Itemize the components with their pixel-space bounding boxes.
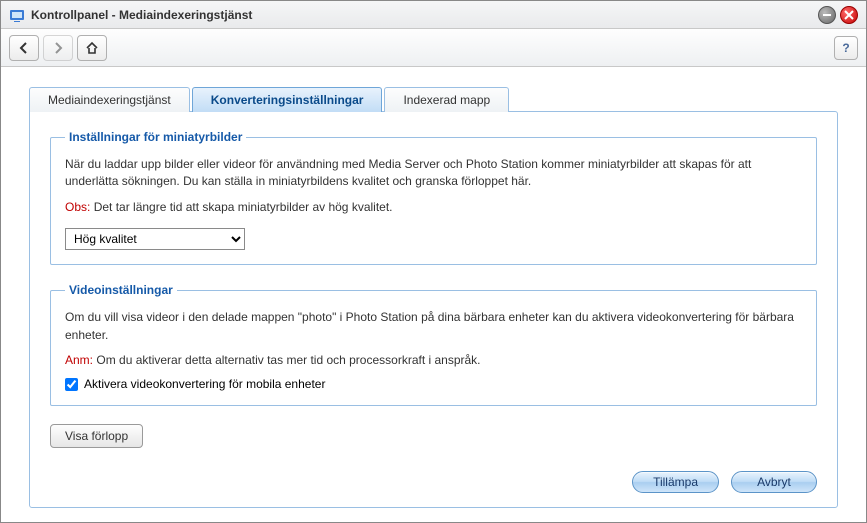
minimize-button[interactable] [818, 6, 836, 24]
enable-video-conversion-label: Aktivera videokonvertering för mobila en… [84, 377, 325, 391]
help-button[interactable]: ? [834, 36, 858, 60]
back-button[interactable] [9, 35, 39, 61]
note-text: Om du aktiverar detta alternativ tas mer… [96, 353, 480, 367]
thumbnail-desc: När du laddar upp bilder eller videor fö… [65, 156, 802, 191]
footer-buttons: Tillämpa Avbryt [50, 459, 817, 493]
tab-panel: Inställningar för miniatyrbilder När du … [29, 111, 838, 508]
tab-conversion-settings[interactable]: Konverteringsinställningar [192, 87, 383, 112]
note-label: Obs: [65, 200, 90, 214]
tab-bar: Mediaindexeringstjänst Konverteringsinst… [29, 87, 838, 112]
quality-select-wrap: Hög kvalitet [65, 228, 245, 250]
video-settings-group: Videoinställningar Om du vill visa video… [50, 283, 817, 406]
forward-button[interactable] [43, 35, 73, 61]
video-note: Anm: Om du aktiverar detta alternativ ta… [65, 352, 802, 369]
enable-video-conversion-row[interactable]: Aktivera videokonvertering för mobila en… [65, 377, 802, 391]
show-progress-button[interactable]: Visa förlopp [50, 424, 143, 448]
thumbnail-settings-group: Inställningar för miniatyrbilder När du … [50, 130, 817, 265]
thumbnail-legend: Inställningar för miniatyrbilder [65, 130, 246, 144]
close-button[interactable] [840, 6, 858, 24]
titlebar: Kontrollpanel - Mediaindexeringstjänst [1, 1, 866, 29]
toolbar: ? [1, 29, 866, 67]
home-button[interactable] [77, 35, 107, 61]
quality-select[interactable]: Hög kvalitet [65, 228, 245, 250]
note-text: Det tar längre tid att skapa miniatyrbil… [94, 200, 393, 214]
enable-video-conversion-checkbox[interactable] [65, 378, 78, 391]
tab-media-indexing[interactable]: Mediaindexeringstjänst [29, 87, 190, 112]
tab-indexed-folder[interactable]: Indexerad mapp [384, 87, 509, 112]
cancel-button[interactable]: Avbryt [731, 471, 817, 493]
video-legend: Videoinställningar [65, 283, 177, 297]
app-icon [9, 7, 25, 23]
window-title: Kontrollpanel - Mediaindexeringstjänst [31, 8, 252, 22]
video-desc: Om du vill visa videor i den delade mapp… [65, 309, 802, 344]
apply-button[interactable]: Tillämpa [632, 471, 719, 493]
note-label: Anm: [65, 353, 93, 367]
content-area: Mediaindexeringstjänst Konverteringsinst… [1, 67, 866, 522]
thumbnail-note: Obs: Det tar längre tid att skapa miniat… [65, 199, 802, 216]
window: Kontrollpanel - Mediaindexeringstjänst ?… [0, 0, 867, 523]
